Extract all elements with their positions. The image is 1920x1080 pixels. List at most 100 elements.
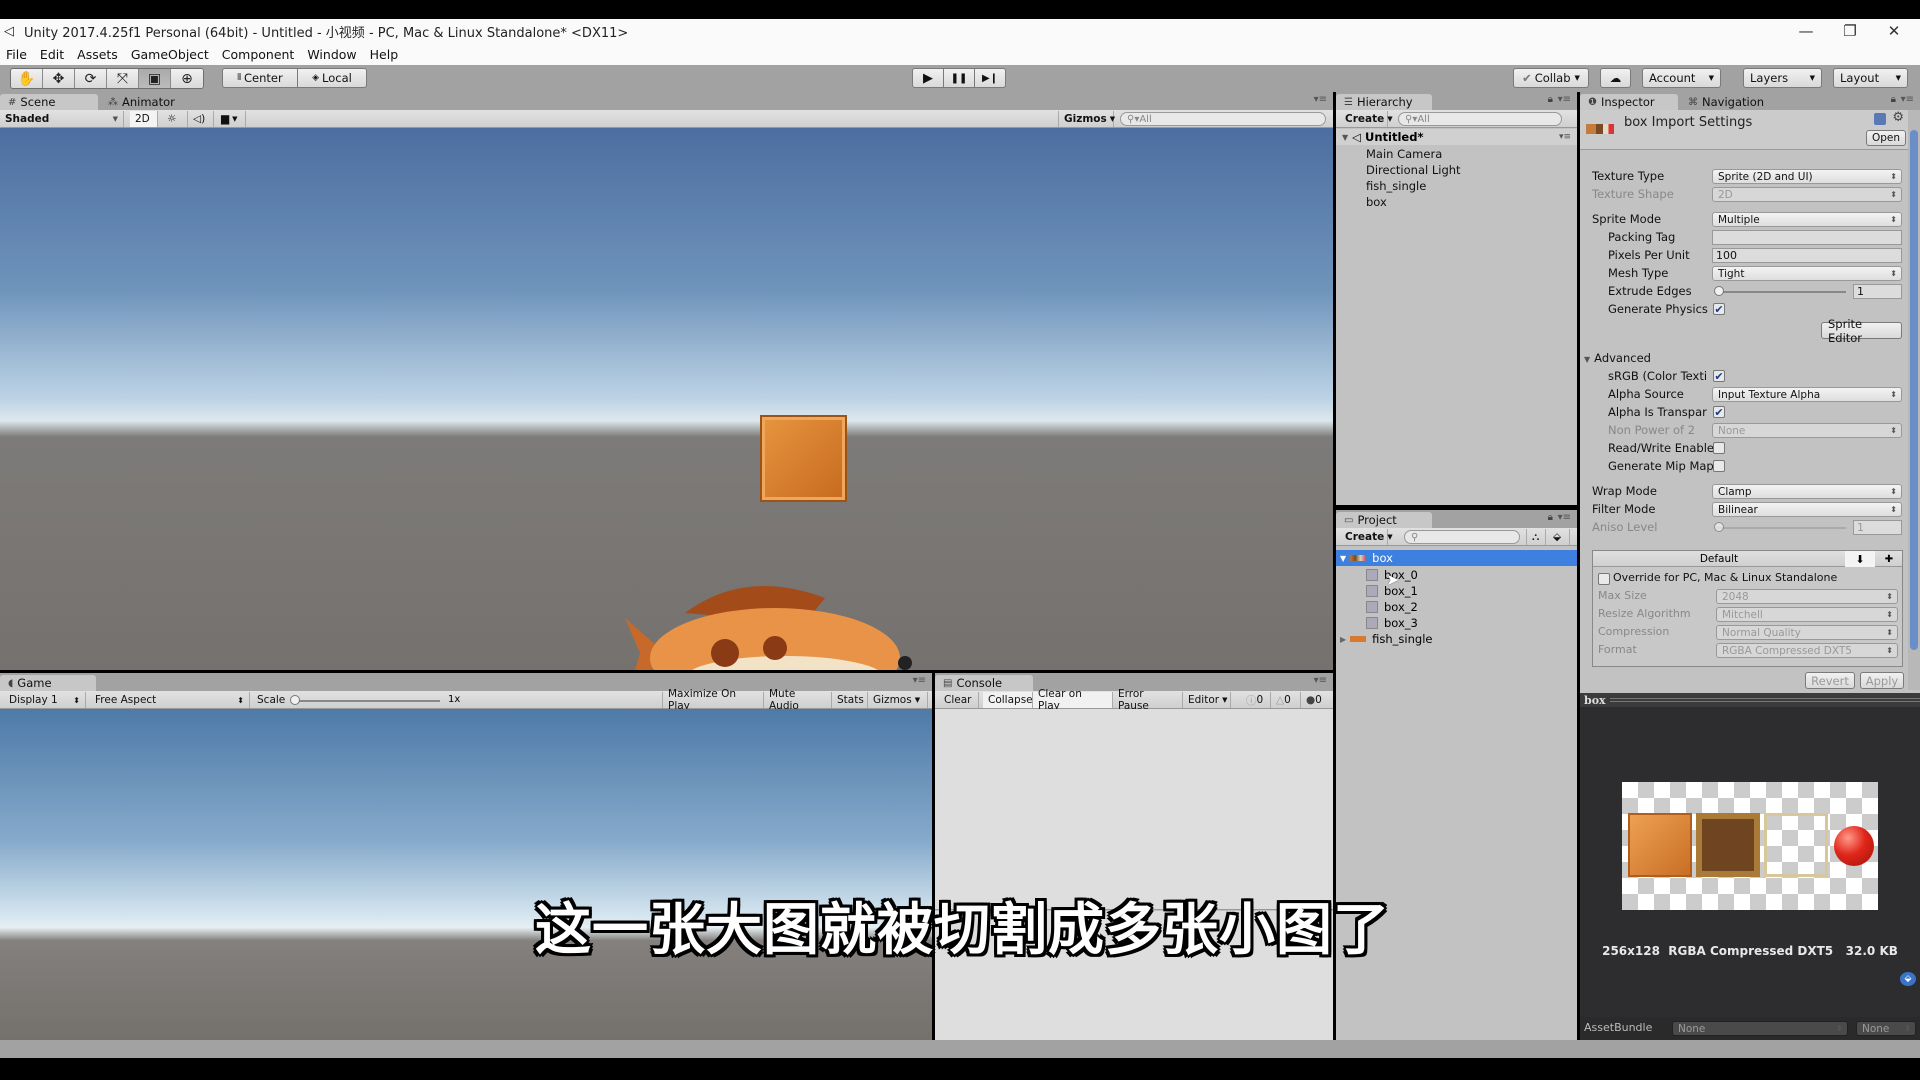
game-gizmos-dropdown[interactable]: Gizmos ▼ (868, 692, 928, 708)
game-viewport[interactable] (0, 709, 932, 1040)
override-platform-checkbox[interactable] (1598, 573, 1610, 585)
account-dropdown[interactable]: Account ▼ (1642, 68, 1721, 88)
audio-toggle[interactable]: ◁) (188, 111, 214, 127)
resize-algorithm-dropdown[interactable]: Mitchell (1716, 607, 1898, 622)
tab-scene[interactable]: # Scene (0, 94, 98, 110)
fish-sprite[interactable] (605, 558, 950, 670)
rect-tool-button[interactable]: ▣ (139, 69, 171, 88)
hand-tool-button[interactable]: ✋ (11, 69, 43, 88)
scale-slider-track[interactable] (292, 700, 440, 702)
move-tool-button[interactable]: ✥ (43, 69, 75, 88)
project-item-fish[interactable]: ▶ fish_single (1340, 632, 1432, 646)
maximize-on-play-toggle[interactable]: Maximize On Play (662, 688, 764, 712)
search-by-type-button[interactable]: ⛬ (1526, 529, 1546, 545)
scale-slider-handle[interactable] (290, 695, 300, 705)
panel-menu-icon[interactable]: ▾≡ (1558, 94, 1571, 105)
expand-arrow-icon[interactable]: ▼ (1340, 554, 1346, 563)
hierarchy-item[interactable]: Directional Light (1366, 163, 1461, 177)
2d-toggle[interactable]: 2D (130, 111, 158, 127)
inspector-scrollbar[interactable] (1908, 110, 1920, 690)
expand-arrow-icon[interactable]: ▶ (1340, 635, 1346, 644)
console-info-toggle[interactable]: ⓘ 0 (1241, 692, 1271, 708)
pause-button[interactable]: ❚❚ (943, 68, 975, 88)
open-button[interactable]: Open (1866, 130, 1906, 146)
panel-menu-icon[interactable]: ▾≡ (1558, 512, 1571, 523)
project-create-dropdown[interactable]: Create ▼ (1340, 529, 1393, 545)
hierarchy-item[interactable]: fish_single (1366, 179, 1426, 193)
asset-bundle-dropdown[interactable]: None (1672, 1021, 1848, 1036)
asset-bundle-variant-dropdown[interactable]: None (1856, 1021, 1916, 1036)
restore-button[interactable]: ❐ (1828, 19, 1872, 43)
menu-window[interactable]: Window (307, 47, 356, 62)
advanced-foldout[interactable]: ▼ Advanced (1584, 351, 1651, 365)
filter-mode-dropdown[interactable]: Bilinear (1712, 502, 1902, 517)
tab-game[interactable]: ◖ Game (0, 675, 96, 691)
extrude-edges-input[interactable]: 1 (1853, 284, 1902, 299)
preview-header[interactable]: box (1580, 693, 1920, 707)
display-dropdown[interactable]: Display 1 ⬍ (4, 692, 86, 708)
hierarchy-scene-row[interactable]: ▼ ◁ Untitled* ▾≡ (1336, 129, 1577, 145)
apply-button[interactable]: Apply (1860, 672, 1904, 689)
console-clear-on-play-toggle[interactable]: Clear on Play (1033, 688, 1113, 712)
hierarchy-item[interactable]: box (1366, 195, 1387, 209)
tab-project[interactable]: ▭ Project (1336, 512, 1432, 528)
shading-mode-dropdown[interactable]: Shaded ▼ (0, 111, 124, 127)
pivot-center-button[interactable]: ⫴ Center (222, 68, 298, 88)
generate-physics-checkbox[interactable]: ✔ (1713, 303, 1725, 315)
wrap-mode-dropdown[interactable]: Clamp (1712, 484, 1902, 499)
tab-android-platform[interactable]: ✚ (1875, 551, 1903, 567)
extrude-edges-slider[interactable] (1716, 291, 1846, 293)
menu-file[interactable]: File (6, 47, 27, 62)
console-error-pause-toggle[interactable]: Error Pause (1113, 688, 1183, 712)
read-write-checkbox[interactable] (1713, 442, 1725, 454)
gizmos-dropdown[interactable]: Gizmos ▼ (1058, 111, 1115, 127)
generate-mip-maps-checkbox[interactable] (1713, 460, 1725, 472)
expand-arrow-icon[interactable]: ▼ (1342, 133, 1348, 142)
aniso-level-slider[interactable] (1716, 527, 1846, 529)
scrollbar-thumb[interactable] (1910, 130, 1918, 650)
scene-viewport[interactable] (0, 128, 1333, 670)
panel-menu-icon[interactable]: ▾≡ (1314, 94, 1327, 105)
layers-dropdown[interactable]: Layers ▼ (1743, 68, 1822, 88)
mesh-type-dropdown[interactable]: Tight (1712, 266, 1902, 281)
lock-icon[interactable]: 🔒︎ (1548, 94, 1553, 105)
tab-standalone-platform[interactable]: ⬇ (1845, 551, 1875, 567)
project-item-box[interactable]: ▼ box (1336, 550, 1577, 566)
help-book-icon[interactable] (1874, 113, 1886, 125)
aniso-level-input[interactable]: 1 (1853, 520, 1902, 535)
lock-icon[interactable]: 🔒︎ (1548, 512, 1553, 523)
stats-toggle[interactable]: Stats (832, 692, 868, 708)
menu-gameobject[interactable]: GameObject (131, 47, 209, 62)
step-button[interactable]: ▶❙ (974, 68, 1006, 88)
packing-tag-input[interactable] (1712, 230, 1902, 245)
format-dropdown[interactable]: RGBA Compressed DXT5 (1716, 643, 1898, 658)
console-log-area[interactable] (935, 709, 1333, 910)
menu-assets[interactable]: Assets (77, 47, 118, 62)
effects-dropdown[interactable]: ▆ ▼ (216, 111, 246, 127)
scale-tool-button[interactable]: ⤧ (107, 69, 139, 88)
project-search-input[interactable]: ⚲ (1404, 530, 1520, 544)
srgb-checkbox[interactable]: ✔ (1713, 370, 1725, 382)
panel-menu-icon[interactable]: ▾≡ (913, 675, 926, 686)
compression-dropdown[interactable]: Normal Quality (1716, 625, 1898, 640)
sprite-editor-button[interactable]: Sprite Editor (1821, 317, 1902, 345)
menu-help[interactable]: Help (370, 47, 399, 62)
layout-dropdown[interactable]: Layout ▼ (1833, 68, 1908, 88)
transform-tool-button[interactable]: ⊕ (171, 69, 203, 88)
tab-default-platform[interactable]: Default (1593, 551, 1845, 567)
box-sprite[interactable] (760, 415, 847, 502)
tab-animator[interactable]: ⁂ Animator (100, 94, 200, 110)
hierarchy-create-dropdown[interactable]: Create ▼ (1340, 111, 1393, 127)
menu-edit[interactable]: Edit (40, 47, 64, 62)
pixels-per-unit-input[interactable]: 100 (1712, 248, 1902, 263)
panel-menu-icon[interactable]: ▾≡ (1314, 675, 1327, 686)
alpha-is-transparency-checkbox[interactable]: ✔ (1713, 406, 1725, 418)
alpha-source-dropdown[interactable]: Input Texture Alpha (1712, 387, 1902, 402)
tab-console[interactable]: ▤ Console (935, 675, 1033, 691)
texture-type-dropdown[interactable]: Sprite (2D and UI) (1712, 169, 1902, 184)
sprite-mode-dropdown[interactable]: Multiple (1712, 212, 1902, 227)
project-sprite-item[interactable]: box_3 (1366, 616, 1418, 630)
minimize-button[interactable]: — (1784, 19, 1828, 43)
collab-button[interactable]: ✔ Collab ▼ (1513, 68, 1589, 88)
mute-audio-toggle[interactable]: Mute Audio (764, 688, 832, 712)
